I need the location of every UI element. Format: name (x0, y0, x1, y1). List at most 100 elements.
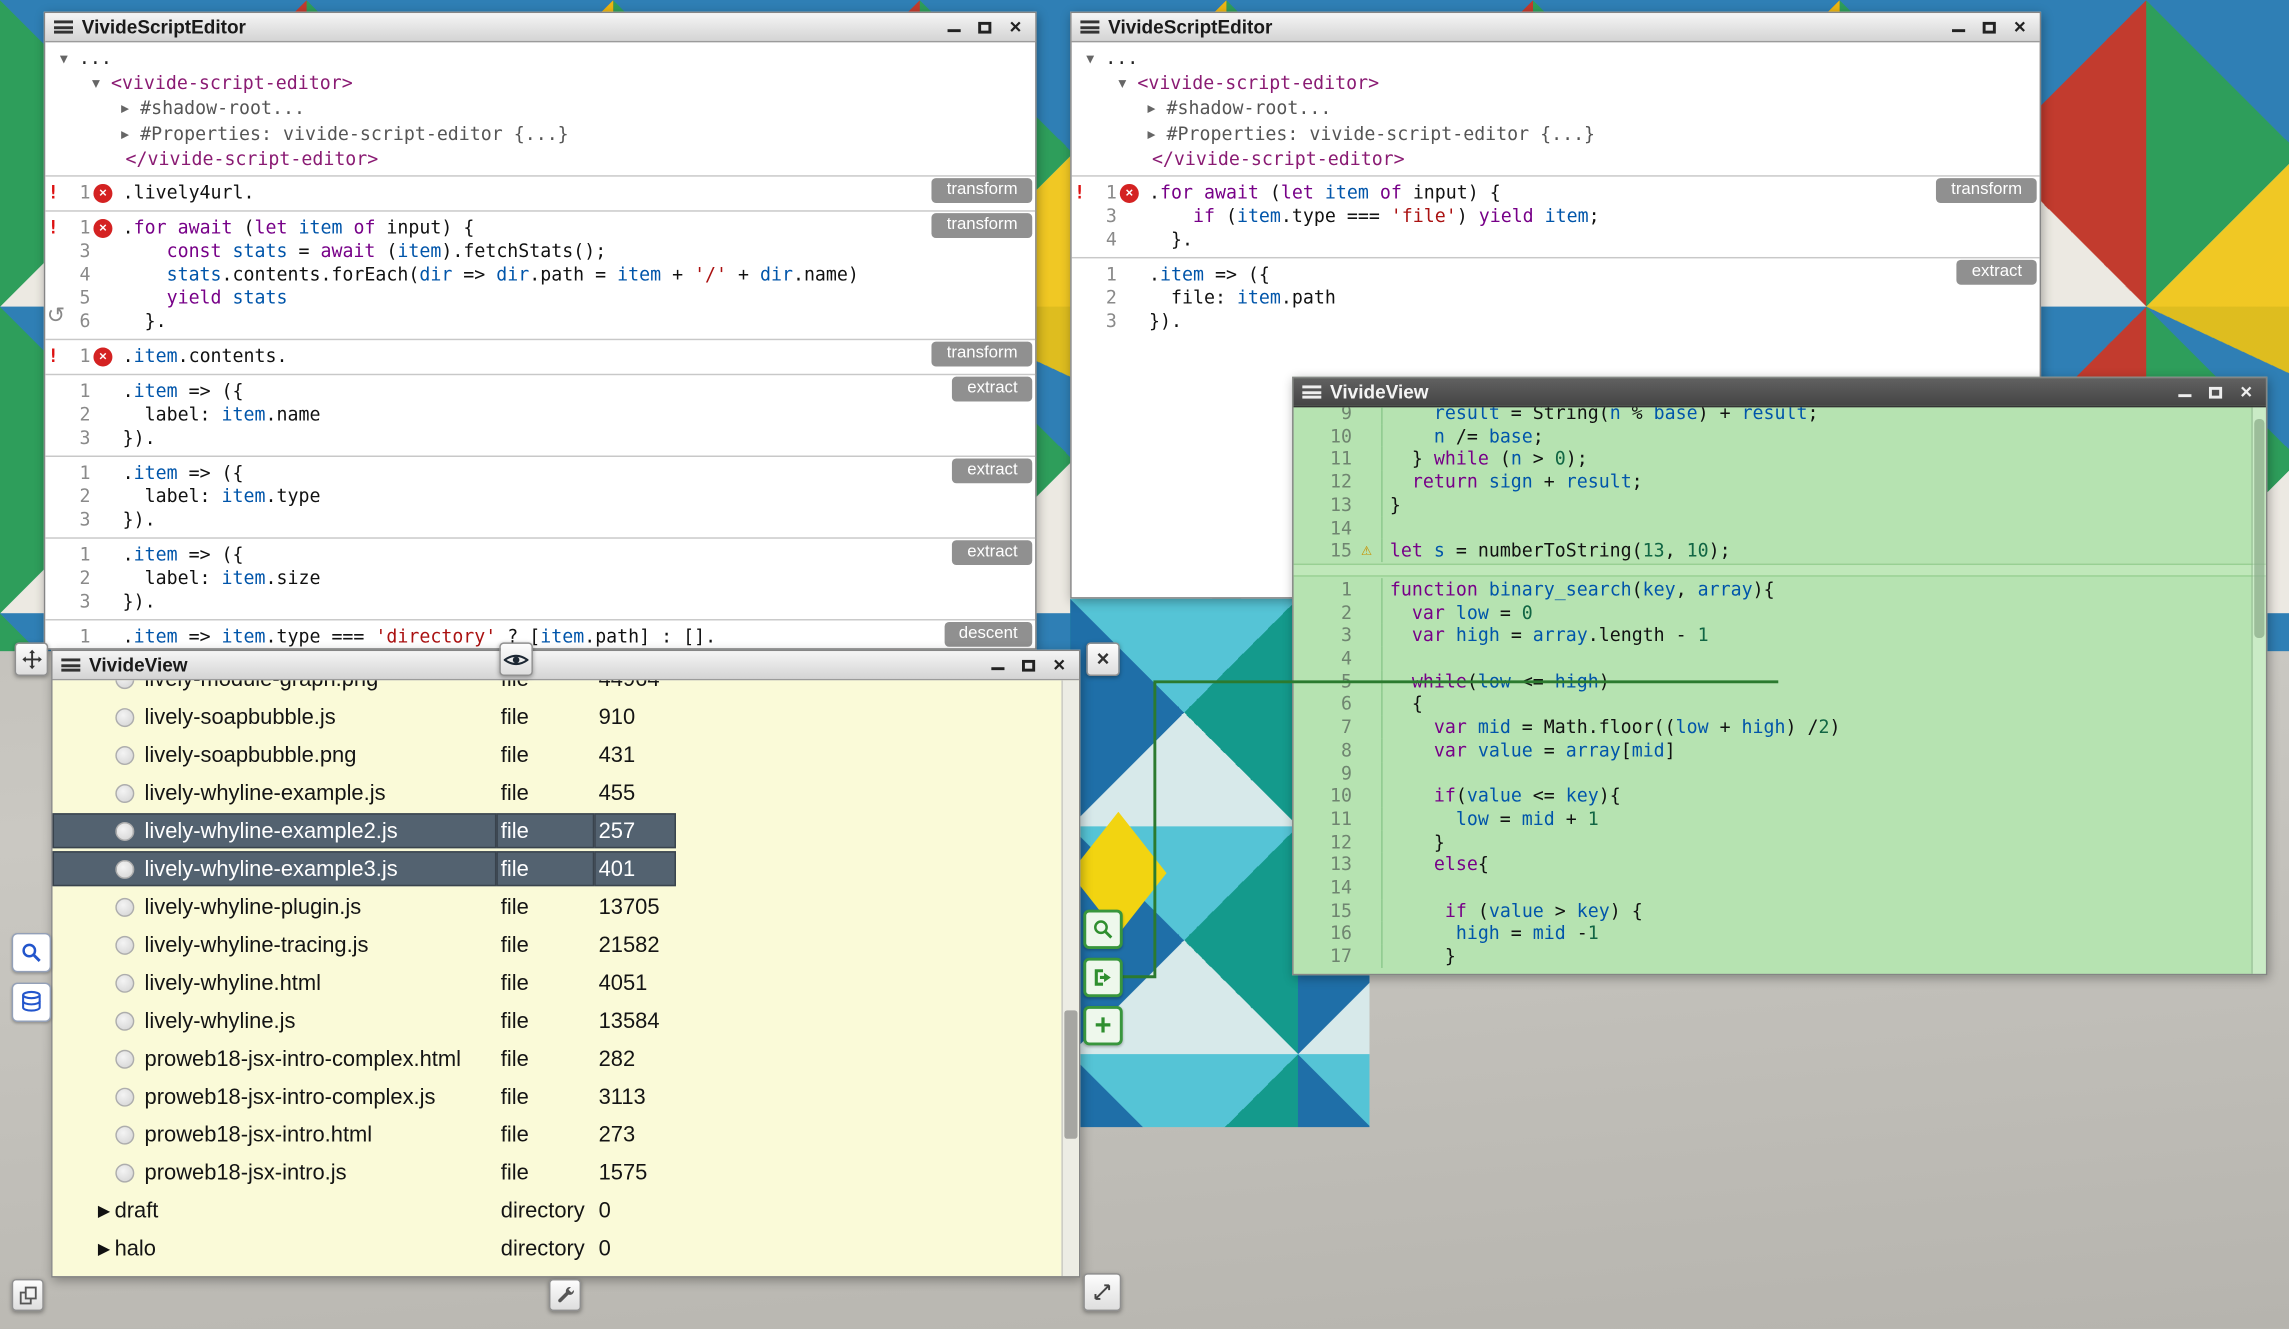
cell-type[interactable]: file (496, 813, 594, 848)
code-line[interactable]: 2 var low = 0 (1294, 601, 2266, 624)
code-line[interactable]: 15⚠let s = numberToString(13, 10); (1294, 539, 2266, 562)
cell-size[interactable]: 273 (594, 1117, 676, 1152)
table-row[interactable]: lively-soapbubble.pngfile431 (53, 736, 1079, 774)
table-row[interactable]: lively-whyline.htmlfile4051 (53, 964, 1079, 1002)
cell-type[interactable]: file (496, 737, 594, 772)
code-line[interactable]: 10 n /= base; (1294, 424, 2266, 447)
tree-arrow-icon[interactable]: ▼ (1086, 50, 1105, 72)
undo-icon[interactable]: ↺ (47, 307, 65, 327)
table-row[interactable]: lively-whyline-plugin.jsfile13705 (53, 888, 1079, 926)
maximize-button[interactable] (2205, 381, 2227, 403)
script-step[interactable]: transform↺!1×.for await (let item of inp… (45, 210, 1035, 338)
connect-target-button[interactable] (1083, 958, 1122, 997)
cell-size[interactable]: 44964 (594, 680, 676, 696)
cell-type[interactable]: file (496, 1041, 594, 1076)
cell-size[interactable]: 21582 (594, 927, 676, 962)
dom-tree-node[interactable]: ▼<vivide-script-editor> (48, 72, 1032, 97)
close-button[interactable]: × (2235, 381, 2257, 403)
code-line[interactable]: 15 if (value > key) { (1294, 899, 2266, 922)
code-line[interactable]: 12 } (1294, 830, 2266, 853)
resize-halo-button[interactable] (1083, 1273, 1121, 1311)
cell-name[interactable]: proweb18-jsx-intro-complex.html (53, 1041, 497, 1076)
cell-name[interactable]: lively-whyline-example.js (53, 775, 497, 810)
cell-name[interactable]: ▶halo (53, 1231, 497, 1266)
close-button[interactable]: × (1048, 654, 1070, 676)
maximize-button[interactable] (974, 16, 996, 38)
tree-arrow-icon[interactable]: ▼ (60, 50, 79, 72)
code-line[interactable]: 3}). (45, 590, 1035, 613)
dom-tree-node[interactable]: ▶#shadow-root... (1075, 97, 2037, 122)
inspect-view-button[interactable] (1083, 910, 1122, 949)
minimize-button[interactable] (2174, 381, 2196, 403)
cell-name[interactable]: lively-soapbubble.js (53, 699, 497, 734)
cell-name[interactable]: ▶draft (53, 1193, 497, 1228)
code-line[interactable]: 1.item => item.type === 'directory' ? [i… (45, 625, 1035, 648)
scrollbar[interactable] (1061, 680, 1079, 1276)
cell-name[interactable]: lively-whyline.js (53, 1003, 497, 1038)
code-editor[interactable]: 9 result = String(n % base) + result;10 … (1294, 407, 2266, 973)
code-line[interactable]: 1.item => ({ (1072, 263, 2040, 286)
minimize-button[interactable] (987, 654, 1009, 676)
cell-name[interactable]: lively-whyline-example3.js (53, 851, 497, 886)
cell-type[interactable]: file (496, 1003, 594, 1038)
cell-size[interactable]: 910 (594, 699, 676, 734)
code-line[interactable]: 4 }. (1072, 228, 2040, 251)
cell-type[interactable]: file (496, 680, 594, 696)
code-line[interactable]: 5 yield stats (45, 286, 1035, 309)
data-source-button[interactable] (12, 983, 51, 1022)
cell-type[interactable]: file (496, 1269, 594, 1276)
maximize-button[interactable] (1978, 16, 2000, 38)
script-step[interactable]: extract1.item => ({2 label: item.type3})… (45, 456, 1035, 538)
code-line[interactable]: 1.item => ({ (45, 380, 1035, 403)
cell-size[interactable]: 0 (594, 1193, 676, 1228)
dom-tree-node[interactable]: ▶#Properties: vivide-script-editor {...} (1075, 122, 2037, 147)
cell-size[interactable]: 3113 (594, 1079, 676, 1114)
maximize-button[interactable] (1018, 654, 1040, 676)
code-line[interactable]: 3 if (item.type === 'file') yield item; (1072, 204, 2040, 227)
table-row[interactable]: proweb18-jsx-intro-complex.htmlfile282 (53, 1040, 1079, 1078)
script-step[interactable]: transform!1×.for await (let item of inpu… (1072, 175, 2040, 257)
tree-arrow-icon[interactable]: ▶ (121, 125, 140, 147)
table-row[interactable]: lively-whyline-example.jsfile455 (53, 774, 1079, 812)
code-line[interactable]: 13} (1294, 493, 2266, 516)
dom-tree-node[interactable]: ▶#shadow-root... (48, 97, 1032, 122)
code-line[interactable]: 9 (1294, 761, 2266, 784)
cell-type[interactable]: directory (496, 1193, 594, 1228)
cell-size[interactable]: 13584 (594, 1003, 676, 1038)
cell-size[interactable]: 282 (594, 1041, 676, 1076)
expand-arrow-icon[interactable]: ▶ (98, 1201, 110, 1220)
tree-arrow-icon[interactable]: ▼ (92, 75, 111, 97)
code-line[interactable]: 6 }. (45, 310, 1035, 333)
dom-tree-node[interactable]: ▼<vivide-script-editor> (1075, 72, 2037, 97)
code-line[interactable]: 2 label: item.name (45, 403, 1035, 426)
code-line[interactable]: 4 (1294, 647, 2266, 670)
close-button[interactable]: × (2009, 16, 2031, 38)
code-line[interactable]: 14 (1294, 516, 2266, 539)
menu-icon[interactable] (54, 20, 73, 33)
cell-name[interactable]: index.html (53, 1269, 497, 1276)
tree-arrow-icon[interactable]: ▼ (1118, 75, 1137, 97)
cell-name[interactable]: lively-whyline-tracing.js (53, 927, 497, 962)
menu-icon[interactable] (61, 658, 80, 671)
tree-arrow-icon[interactable]: ▶ (1148, 125, 1167, 147)
cell-type[interactable]: file (496, 1117, 594, 1152)
code-line[interactable]: 1function binary_search(key, array){ (1294, 578, 2266, 601)
cell-size[interactable]: 331 (594, 1269, 676, 1276)
cell-size[interactable]: 4051 (594, 965, 676, 1000)
cell-type[interactable]: file (496, 927, 594, 962)
dom-tree-node[interactable]: ▶#Properties: vivide-script-editor {...} (48, 122, 1032, 147)
move-halo-button[interactable] (15, 642, 49, 676)
scrollbar-thumb[interactable] (1064, 1010, 1077, 1138)
titlebar[interactable]: VivideScriptEditor × (1072, 13, 2040, 42)
add-view-button[interactable]: + (1083, 1006, 1122, 1045)
cell-type[interactable]: file (496, 1079, 594, 1114)
code-line[interactable]: 1.item => ({ (45, 543, 1035, 566)
cell-type[interactable]: file (496, 965, 594, 1000)
table-row[interactable]: lively-soapbubble.jsfile910 (53, 698, 1079, 736)
cell-size[interactable]: 1575 (594, 1155, 676, 1190)
cell-size[interactable]: 0 (594, 1231, 676, 1266)
cell-name[interactable]: lively-whyline-plugin.js (53, 889, 497, 924)
minimize-button[interactable] (943, 16, 965, 38)
minimize-button[interactable] (1948, 16, 1970, 38)
cell-size[interactable]: 431 (594, 737, 676, 772)
